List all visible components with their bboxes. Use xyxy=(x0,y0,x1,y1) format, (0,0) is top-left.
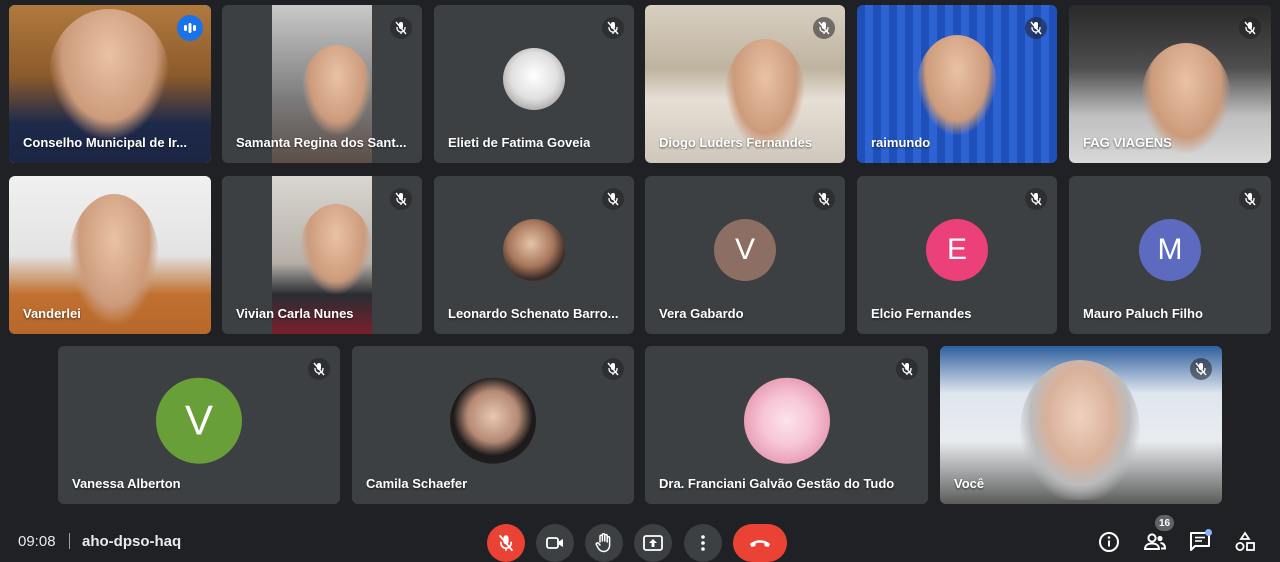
people-button[interactable] xyxy=(1142,529,1168,555)
participant-name: Vanessa Alberton xyxy=(72,476,181,491)
participant-tile[interactable]: Conselho Municipal de Ir... xyxy=(9,5,211,163)
mic-off-icon xyxy=(1025,17,1047,39)
chat-unread-dot xyxy=(1205,529,1212,536)
participant-avatar xyxy=(450,377,536,464)
participant-tile[interactable]: raimundo xyxy=(857,5,1057,163)
mic-toggle-button[interactable] xyxy=(487,524,525,562)
people-icon xyxy=(1143,533,1167,550)
participant-name: Samanta Regina dos Sant... xyxy=(236,135,407,150)
participant-avatar: V xyxy=(156,377,242,464)
mic-off-icon xyxy=(602,17,624,39)
present-button[interactable] xyxy=(634,524,672,562)
info-icon xyxy=(1099,532,1119,552)
raise-hand-icon xyxy=(595,533,611,553)
participant-tile[interactable]: Vanderlei xyxy=(9,176,211,334)
raise-hand-button[interactable] xyxy=(585,524,623,562)
mic-off-icon xyxy=(390,17,412,39)
participant-name: Conselho Municipal de Ir... xyxy=(23,135,187,150)
video-person xyxy=(302,45,372,135)
video-person xyxy=(1020,360,1140,500)
activities-icon xyxy=(1235,531,1255,551)
participant-name: Elieti de Fatima Goveia xyxy=(448,135,591,150)
mic-off-icon xyxy=(602,358,624,380)
hang-up-icon xyxy=(750,540,770,547)
leave-call-button[interactable] xyxy=(733,524,787,562)
meeting-code: aho-dpso-haq xyxy=(82,533,182,550)
participant-tile[interactable]: Elieti de Fatima Goveia xyxy=(434,5,634,163)
meeting-clock: 09:08 xyxy=(18,533,56,550)
mic-off-icon xyxy=(1239,188,1261,210)
video-person xyxy=(300,204,372,294)
more-options-icon xyxy=(701,535,705,551)
participant-name: Você xyxy=(954,476,985,491)
participant-tile[interactable]: Leonardo Schenato Barro... xyxy=(434,176,634,334)
participant-tile[interactable]: FAG VIAGENS xyxy=(1069,5,1271,163)
participant-avatar: E xyxy=(926,219,988,282)
participant-avatar xyxy=(503,219,565,282)
participant-name: raimundo xyxy=(871,135,931,150)
more-options-button[interactable] xyxy=(684,524,722,562)
video-person xyxy=(917,35,997,135)
participant-tile[interactable]: Dra. Franciani Galvão Gestão do Tudo xyxy=(645,346,928,504)
participant-tile[interactable]: Vivian Carla Nunes xyxy=(222,176,422,334)
participant-tile-self[interactable]: Você xyxy=(940,346,1222,504)
participant-tile[interactable]: Camila Schaefer xyxy=(352,346,634,504)
participant-name: Elcio Fernandes xyxy=(871,306,972,321)
mic-off-icon xyxy=(390,188,412,210)
participant-avatar: V xyxy=(714,219,776,282)
participant-tile[interactable]: V Vera Gabardo xyxy=(645,176,845,334)
participant-tile[interactable]: Diogo Luders Fernandes xyxy=(645,5,845,163)
participant-name: Dra. Franciani Galvão Gestão do Tudo xyxy=(659,476,895,491)
divider xyxy=(69,533,70,549)
video-person xyxy=(49,9,169,139)
camera-icon xyxy=(546,537,563,549)
mic-off-icon xyxy=(1190,358,1212,380)
mic-off-icon xyxy=(813,17,835,39)
participant-name: Vivian Carla Nunes xyxy=(236,306,354,321)
participant-name: Vanderlei xyxy=(23,306,81,321)
participant-name: Diogo Luders Fernandes xyxy=(659,135,813,150)
participant-name: Camila Schaefer xyxy=(366,476,468,491)
mic-off-icon xyxy=(602,188,624,210)
participant-tile[interactable]: E Elcio Fernandes xyxy=(857,176,1057,334)
participant-name: FAG VIAGENS xyxy=(1083,135,1172,150)
video-person xyxy=(69,194,159,324)
participant-name: Leonardo Schenato Barro... xyxy=(448,306,619,321)
participant-count-badge: 16 xyxy=(1155,515,1175,531)
activities-button[interactable] xyxy=(1232,529,1258,555)
meeting-info-button[interactable] xyxy=(1096,529,1122,555)
video-person xyxy=(725,39,805,149)
camera-toggle-button[interactable] xyxy=(536,524,574,562)
mic-off-icon xyxy=(1239,17,1261,39)
present-icon xyxy=(643,535,663,551)
mic-off-icon xyxy=(813,188,835,210)
mic-off-icon xyxy=(896,358,918,380)
participant-tile[interactable]: Samanta Regina dos Sant... xyxy=(222,5,422,163)
control-bar: 09:08 aho-dpso-haq xyxy=(0,514,1280,562)
mic-off-icon xyxy=(308,358,330,380)
participant-tile[interactable]: M Mauro Paluch Filho xyxy=(1069,176,1271,334)
participant-avatar xyxy=(503,48,565,111)
mic-off-icon xyxy=(1025,188,1047,210)
speaking-indicator-icon xyxy=(177,15,203,41)
participant-avatar: M xyxy=(1139,219,1201,282)
participant-avatar xyxy=(743,377,830,464)
participant-name: Mauro Paluch Filho xyxy=(1083,306,1203,321)
mic-off-icon xyxy=(498,534,514,552)
participant-name: Vera Gabardo xyxy=(659,306,744,321)
participant-tile[interactable]: V Vanessa Alberton xyxy=(58,346,340,504)
